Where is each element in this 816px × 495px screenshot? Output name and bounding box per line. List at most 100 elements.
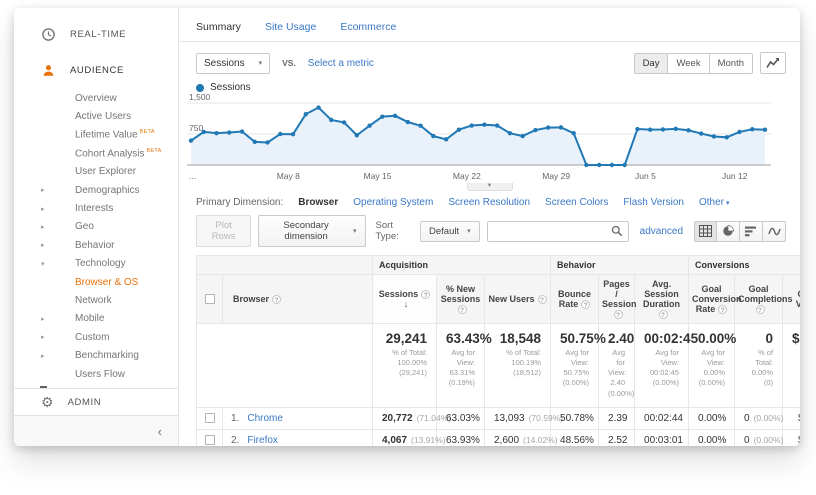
- data-point[interactable]: [661, 127, 665, 131]
- collapse-sidebar-icon[interactable]: ‹: [158, 424, 162, 439]
- help-icon[interactable]: ?: [614, 310, 623, 319]
- data-point[interactable]: [214, 131, 218, 135]
- dimension-option-other[interactable]: Other ▾: [699, 197, 729, 208]
- data-point[interactable]: [648, 127, 652, 131]
- row-checkbox[interactable]: [205, 413, 215, 423]
- data-point[interactable]: [457, 127, 461, 131]
- data-point[interactable]: [444, 137, 448, 141]
- column-header-avg-session-duration[interactable]: Avg. Session Duration?: [635, 275, 689, 324]
- percentage-view-button[interactable]: [717, 221, 740, 242]
- data-point[interactable]: [520, 134, 524, 138]
- dimension-option-screen-resolution[interactable]: Screen Resolution: [448, 197, 530, 208]
- sidebar-item-overview[interactable]: Overview: [14, 89, 178, 107]
- plot-rows-button[interactable]: Plot Rows: [196, 215, 251, 247]
- search-input[interactable]: [488, 223, 606, 240]
- sidebar-item-active-users[interactable]: Active Users: [14, 107, 178, 125]
- help-icon[interactable]: ?: [458, 305, 467, 314]
- sidebar-item-lifetime-value[interactable]: Lifetime ValueBETA: [14, 126, 178, 144]
- column-header-bounce-rate[interactable]: Bounce Rate?: [551, 275, 599, 324]
- tab-ecommerce[interactable]: Ecommerce: [340, 21, 396, 33]
- sidebar-item-user-explorer[interactable]: User Explorer: [14, 163, 178, 181]
- data-point[interactable]: [482, 123, 486, 127]
- dimension-option-screen-colors[interactable]: Screen Colors: [545, 197, 608, 208]
- sidebar-item-network[interactable]: Network: [14, 291, 178, 309]
- data-point[interactable]: [418, 124, 422, 128]
- data-point[interactable]: [610, 163, 614, 167]
- help-icon[interactable]: ?: [718, 305, 727, 314]
- data-point[interactable]: [316, 105, 320, 109]
- data-point[interactable]: [635, 127, 639, 131]
- data-point[interactable]: [686, 128, 690, 132]
- help-icon[interactable]: ?: [659, 310, 668, 319]
- help-icon[interactable]: ?: [756, 305, 765, 314]
- tab-summary[interactable]: Summary: [196, 21, 241, 33]
- data-point[interactable]: [508, 131, 512, 135]
- data-point[interactable]: [227, 130, 231, 134]
- browser-link[interactable]: Firefox: [247, 435, 278, 446]
- sort-type-dropdown[interactable]: Default ▾: [420, 221, 480, 242]
- sidebar-item-cohort-analysis[interactable]: Cohort AnalysisBETA: [14, 144, 178, 162]
- data-point[interactable]: [495, 123, 499, 127]
- sidebar-item-users-flow[interactable]: Users Flow: [14, 365, 178, 383]
- data-point[interactable]: [674, 127, 678, 131]
- column-header-pages-session[interactable]: Pages / Session?: [599, 275, 635, 324]
- sidebar-item-realtime[interactable]: REAL-TIME: [14, 19, 178, 49]
- collapse-chart-button[interactable]: ▼: [467, 183, 513, 191]
- data-point[interactable]: [737, 130, 741, 134]
- sidebar-item-behavior[interactable]: ▸Behavior: [14, 236, 178, 254]
- data-point[interactable]: [699, 131, 703, 135]
- data-point[interactable]: [469, 123, 473, 127]
- granularity-month[interactable]: Month: [710, 53, 753, 74]
- data-point[interactable]: [546, 125, 550, 129]
- data-point[interactable]: [189, 138, 193, 142]
- chart-style-button[interactable]: [760, 52, 786, 74]
- tab-site-usage[interactable]: Site Usage: [265, 21, 316, 33]
- comparison-view-button[interactable]: [763, 221, 786, 242]
- dimension-option-browser[interactable]: Browser: [298, 197, 338, 208]
- help-icon[interactable]: ?: [272, 295, 281, 304]
- data-point[interactable]: [763, 127, 767, 131]
- data-point[interactable]: [380, 114, 384, 118]
- row-checkbox[interactable]: [205, 435, 215, 445]
- help-icon[interactable]: ?: [421, 290, 430, 299]
- column-header-goal-conversion-rate[interactable]: Goal Conversion Rate?: [689, 275, 735, 324]
- data-point[interactable]: [584, 163, 588, 167]
- help-icon[interactable]: ?: [538, 295, 547, 304]
- data-point[interactable]: [253, 140, 257, 144]
- data-point[interactable]: [304, 112, 308, 116]
- sidebar-item-admin[interactable]: ⚙ ADMIN: [14, 389, 178, 415]
- data-point[interactable]: [342, 120, 346, 124]
- granularity-week[interactable]: Week: [668, 53, 709, 74]
- data-point[interactable]: [406, 120, 410, 124]
- table-view-button[interactable]: [694, 221, 717, 242]
- sidebar-item-geo[interactable]: ▸Geo: [14, 218, 178, 236]
- sidebar-item-browser-os[interactable]: Browser & OS: [14, 273, 178, 291]
- data-point[interactable]: [622, 163, 626, 167]
- select-all-checkbox[interactable]: [205, 294, 215, 304]
- data-point[interactable]: [571, 131, 575, 135]
- column-header-new-users[interactable]: New Users?: [485, 275, 551, 324]
- data-point[interactable]: [559, 125, 563, 129]
- dimension-option-operating-system[interactable]: Operating System: [353, 197, 433, 208]
- data-point[interactable]: [265, 140, 269, 144]
- column-header-new-sessions[interactable]: % New Sessions?: [437, 275, 485, 324]
- advanced-link[interactable]: advanced: [640, 226, 683, 237]
- data-point[interactable]: [431, 134, 435, 138]
- data-point[interactable]: [291, 132, 295, 136]
- search-icon[interactable]: [606, 222, 628, 241]
- browser-link[interactable]: Chrome: [247, 413, 283, 424]
- sidebar-item-mobile[interactable]: ▸Mobile: [14, 310, 178, 328]
- dimension-option-flash-version[interactable]: Flash Version: [623, 197, 684, 208]
- sidebar-item-technology[interactable]: ▾Technology: [14, 255, 178, 273]
- metric-dropdown[interactable]: Sessions ▾: [196, 53, 270, 74]
- secondary-dimension-dropdown[interactable]: Secondary dimension ▾: [258, 215, 365, 247]
- sidebar-item-interests[interactable]: ▸Interests: [14, 199, 178, 217]
- data-point[interactable]: [367, 124, 371, 128]
- granularity-day[interactable]: Day: [634, 53, 669, 74]
- data-point[interactable]: [393, 114, 397, 118]
- sidebar-item-demographics[interactable]: ▸Demographics: [14, 181, 178, 199]
- data-point[interactable]: [750, 127, 754, 131]
- sidebar-item-custom[interactable]: ▸Custom: [14, 328, 178, 346]
- help-icon[interactable]: ?: [581, 300, 590, 309]
- column-header-goal-completions[interactable]: Goal Completions?: [735, 275, 783, 324]
